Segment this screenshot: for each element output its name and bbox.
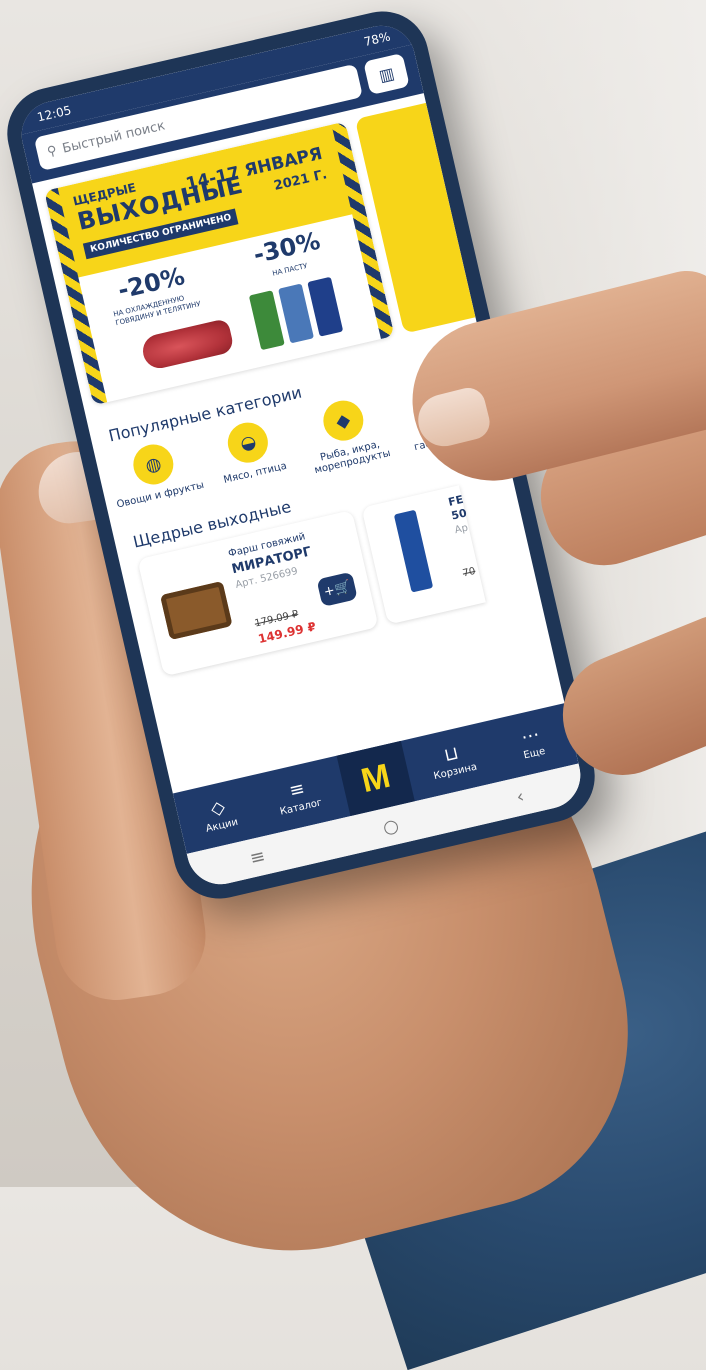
meat-icon: ◒ (224, 418, 273, 467)
nav-promotions[interactable]: ◇ Акции (182, 791, 258, 839)
status-battery: 78% (362, 29, 392, 50)
product-old-price: 70 (461, 565, 477, 580)
nav-label: Каталог (278, 796, 324, 818)
nav-label: Еще (522, 745, 547, 761)
nav-label: Корзина (432, 761, 478, 782)
pasta-pack-image (248, 290, 285, 351)
barcode-icon: ▥ (376, 63, 396, 85)
cart-icon: ⊔ (442, 742, 461, 766)
nav-cart[interactable]: ⊔ Корзина (415, 737, 491, 785)
more-icon: ⋯ (519, 723, 542, 748)
add-to-cart-button[interactable]: +🛒 (316, 571, 358, 608)
status-time: 12:05 (35, 103, 73, 125)
pasta-pack-image (278, 283, 315, 344)
barcode-scan-button[interactable]: ▥ (363, 52, 410, 96)
search-icon: ⚲ (45, 142, 59, 160)
meat-image (139, 318, 235, 372)
nav-more[interactable]: ⋯ Еще (494, 718, 570, 766)
product-card-next[interactable]: FE 50 Ар 70 (361, 485, 486, 625)
product-image (159, 580, 233, 641)
category-label: Мясо, птица (222, 460, 288, 486)
catalog-search-icon: ≡ (287, 777, 307, 802)
pasta-pack-image (307, 276, 344, 337)
nav-label: Акции (204, 816, 240, 835)
nav-catalog[interactable]: ≡ Каталог (261, 772, 337, 820)
home-icon[interactable]: ○ (381, 814, 401, 838)
product-size: 50 (450, 506, 469, 523)
recent-apps-icon[interactable]: ≡ (248, 845, 267, 869)
search-placeholder: Быстрый поиск (60, 117, 167, 157)
back-icon[interactable]: ‹ (514, 785, 526, 807)
tag-icon: ◇ (208, 795, 227, 820)
product-image (393, 509, 434, 593)
apple-icon: ◍ (129, 440, 178, 489)
fish-icon: ◆ (319, 396, 367, 445)
product-sku: Ар (453, 522, 470, 537)
